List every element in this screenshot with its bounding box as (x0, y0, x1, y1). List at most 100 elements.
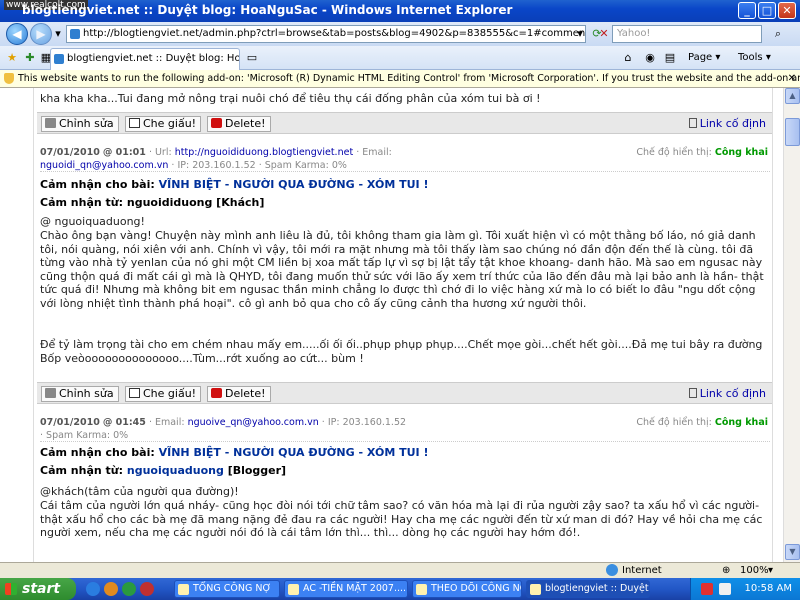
taskbar-item-active[interactable]: blogtiengviet :: Duyệt... (526, 580, 650, 598)
print-icon[interactable]: ▤ (662, 50, 678, 66)
post-reference: Cảm nhận cho bài: VĨNH BIỆT - NGƯỜI QUA … (40, 178, 428, 191)
edit-button[interactable]: Chỉnh sửa (41, 386, 119, 402)
scroll-thumb[interactable] (785, 118, 800, 146)
permalink-link[interactable]: Link cố định (688, 117, 766, 130)
app-quicklaunch-icon[interactable] (140, 582, 154, 596)
commenter-ip: · IP: 203.160.1.52 (171, 160, 256, 171)
email-label: · Email: (148, 417, 185, 428)
tab-current[interactable]: blogtiengviet.net :: Duyệt blog: HoaNguS… (50, 48, 240, 70)
feeds-icon[interactable]: ◉ (642, 50, 658, 66)
ie-icon (530, 584, 541, 595)
comment-author: nguoididuong [Khách] (126, 196, 265, 209)
shield-icon (4, 73, 14, 84)
infobar-text: This website wants to run the following … (18, 73, 800, 84)
scroll-up-icon[interactable]: ▲ (785, 88, 800, 104)
taskbar-item[interactable]: TỔNG CÔNG NỢ (174, 580, 280, 598)
hide-label: Che giấu! (143, 387, 197, 400)
author-role: [Blogger] (227, 464, 287, 477)
start-button[interactable]: start (0, 578, 76, 600)
delete-button[interactable]: Delete! (207, 386, 271, 402)
post-title-link[interactable]: VĨNH BIỆT - NGƯỜI QUA ĐƯỜNG - XÓM TUI ! (159, 178, 429, 191)
hide-icon (129, 118, 140, 128)
forward-button[interactable]: ▶ (30, 23, 52, 45)
delete-button[interactable]: Delete! (207, 116, 271, 132)
zoom-level[interactable]: 100% (740, 563, 769, 578)
comment-quote: Để tỷ làm trọng tài cho em chém nhau mấy… (40, 338, 763, 365)
page-menu[interactable]: Page ▾ (688, 50, 720, 66)
scroll-down-icon[interactable]: ▼ (785, 544, 800, 560)
vertical-scrollbar[interactable]: ▲ ▼ (783, 88, 800, 562)
taskbar-item[interactable]: AC -TIỀN MẶT 2007.... (284, 580, 408, 598)
author-label: Cảm nhận từ: (40, 196, 124, 209)
address-input[interactable]: http://blogtiengviet.net/admin.php?ctrl=… (66, 25, 586, 43)
desktop-quicklaunch-icon[interactable] (122, 582, 136, 596)
close-button[interactable]: ✕ (778, 2, 796, 19)
status-bar: Internet ⊕ 100% ▾ (0, 562, 800, 578)
permalink-label: Link cố định (699, 387, 766, 400)
delete-icon (211, 388, 222, 398)
maximize-button[interactable]: □ (758, 2, 776, 19)
minimize-button[interactable]: _ (738, 2, 756, 19)
taskbar-item[interactable]: THEO DÕI CÔNG NỢ (412, 580, 522, 598)
information-bar[interactable]: This website wants to run the following … (0, 70, 800, 88)
title-bar: www.realcolt.com blogtiengviet.net :: Du… (0, 0, 800, 22)
address-dropdown-icon[interactable]: ▾ (572, 26, 588, 42)
commenter-ip: · IP: 203.160.1.52 (321, 417, 407, 428)
zoom-icon[interactable]: ⊕ (722, 563, 730, 578)
hide-button[interactable]: Che giấu! (125, 386, 202, 402)
delete-label: Delete! (225, 387, 266, 400)
post-label: Cảm nhận cho bài: (40, 178, 155, 191)
commenter-url[interactable]: http://nguoididuong.blogtiengviet.net (175, 147, 353, 158)
media-quicklaunch-icon[interactable] (104, 582, 118, 596)
taskbar-item-label: THEO DÕI CÔNG NỢ (431, 583, 522, 594)
search-icon[interactable]: ⌕ (766, 26, 790, 42)
new-tab-icon[interactable]: ▭ (244, 50, 260, 66)
recent-pages-icon[interactable]: ▾ (50, 26, 66, 42)
tab-page-icon (54, 54, 64, 64)
comment-author-link[interactable]: nguoiquaduong (127, 464, 224, 477)
tools-menu[interactable]: Tools ▾ (738, 50, 771, 66)
post-title-link[interactable]: VĨNH BIỆT - NGƯỜI QUA ĐƯỜNG - XÓM TUI ! (159, 446, 429, 459)
ie-quicklaunch-icon[interactable] (86, 582, 100, 596)
commenter-email[interactable]: nguoive_qn@yahoo.com.vn (188, 417, 319, 428)
spam-karma: · Spam Karma: 0% (40, 430, 129, 441)
volume-icon[interactable] (719, 583, 731, 595)
top-comment-text: kha kha kha...Tui đang mở nông trại nuôi… (40, 92, 541, 105)
comments-column: kha kha kha...Tui đang mở nông trại nuôi… (33, 88, 773, 562)
zone-label: Internet (622, 565, 662, 576)
tab-toolbar: ★ ✚ ▦ blogtiengviet.net :: Duyệt blog: H… (0, 46, 800, 70)
stop-icon[interactable]: ✕ (596, 26, 612, 42)
start-label: start (22, 581, 61, 597)
clock[interactable]: 10:58 AM (745, 583, 792, 594)
spam-karma: · Spam Karma: 0% (258, 160, 347, 171)
commenter-email[interactable]: nguoidi_qn@yahoo.com.vn (40, 160, 168, 171)
tab-label: blogtiengviet.net :: Duyệt blog: HoaNguS… (67, 53, 240, 64)
zoom-dropdown-icon[interactable]: ▾ (768, 563, 773, 578)
visibility-status: Chế độ hiển thị: Công khai (636, 146, 768, 159)
hide-button[interactable]: Che giấu! (125, 116, 202, 132)
edit-button[interactable]: Chỉnh sửa (41, 116, 119, 132)
edit-icon (45, 388, 56, 398)
post-reference: Cảm nhận cho bài: VĨNH BIỆT - NGƯỜI QUA … (40, 446, 428, 459)
comment-author-line: Cảm nhận từ: nguoididuong [Khách] (40, 196, 264, 209)
visibility-value: Công khai (714, 147, 768, 158)
favorites-star-icon[interactable]: ★ (4, 50, 20, 66)
excel-icon (288, 584, 299, 595)
permalink-link[interactable]: Link cố định (688, 387, 766, 400)
comment-actions-bar: Chỉnh sửa Che giấu! Delete! Link cố định (37, 112, 772, 134)
close-icon[interactable]: ✕ (788, 70, 796, 87)
hide-icon (129, 388, 140, 398)
comment-line: @ nguoiquaduong! (40, 215, 145, 228)
visibility-label: Chế độ hiển thị: (636, 147, 712, 158)
search-input[interactable]: Yahoo! (612, 25, 762, 43)
tray-icon[interactable] (701, 583, 713, 595)
edit-icon (45, 118, 56, 128)
page-menu-label: Page (688, 52, 713, 63)
author-label: Cảm nhận từ: (40, 464, 124, 477)
taskbar-item-label: AC -TIỀN MẶT 2007.... (303, 583, 407, 594)
home-icon[interactable]: ⌂ (620, 50, 636, 66)
comment-meta: 07/01/2010 @ 01:01 · Url: http://nguoidi… (40, 146, 770, 172)
add-favorites-icon[interactable]: ✚ (22, 50, 38, 66)
url-text: http://blogtiengviet.net/admin.php?ctrl=… (83, 28, 586, 39)
back-button[interactable]: ◀ (6, 23, 28, 45)
